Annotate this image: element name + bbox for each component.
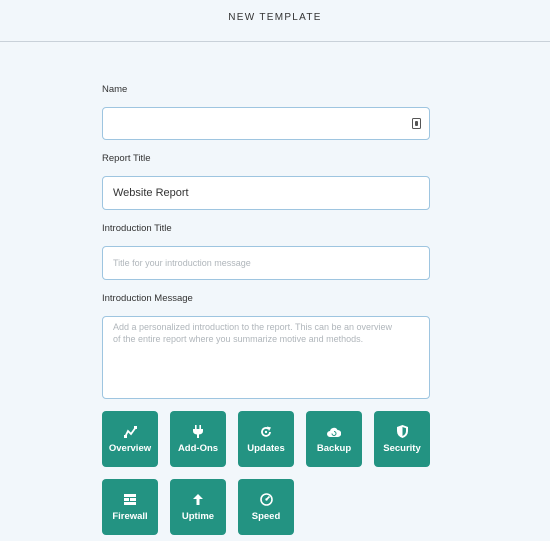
plug-icon <box>191 425 205 439</box>
tile-label: Uptime <box>181 510 215 522</box>
intro-title-field[interactable]: Title for your introduction message <box>102 246 430 280</box>
page-title: NEW TEMPLATE <box>228 11 322 23</box>
tile-overview[interactable]: Overview <box>102 411 158 467</box>
tile-uptime[interactable]: Uptime <box>170 479 226 535</box>
name-label: Name <box>102 84 128 95</box>
intro-title-placeholder: Title for your introduction message <box>113 258 251 268</box>
intro-message-placeholder-line-2: of the entire report where you summarize… <box>113 334 364 344</box>
tile-label: Updates <box>247 442 285 454</box>
tile-firewall[interactable]: Firewall <box>102 479 158 535</box>
arrow-up-icon <box>191 493 205 507</box>
report-title-field[interactable]: Website Report <box>102 176 430 210</box>
tile-label: Backup <box>316 442 352 454</box>
intro-title-label: Introduction Title <box>102 223 172 234</box>
tile-label: Speed <box>251 510 281 522</box>
tile-label: Add-Ons <box>177 442 219 454</box>
shield-icon <box>395 425 409 439</box>
intro-message-label: Introduction Message <box>102 293 193 304</box>
tile-label: Firewall <box>112 510 148 522</box>
tile-label: Overview <box>108 442 152 454</box>
tile-label: Security <box>383 442 421 454</box>
report-title-label: Report Title <box>102 153 151 164</box>
cloud-icon <box>327 425 341 439</box>
report-title-value: Website Report <box>113 187 189 199</box>
chart-icon <box>123 425 137 439</box>
tile-security[interactable]: Security <box>374 411 430 467</box>
tile-speed[interactable]: Speed <box>238 479 294 535</box>
firewall-icon <box>123 493 137 507</box>
tile-add-ons[interactable]: Add-Ons <box>170 411 226 467</box>
intro-message-textarea[interactable]: Add a personalized introduction to the r… <box>102 316 430 399</box>
speedometer-icon <box>259 493 273 507</box>
header-bar: NEW TEMPLATE <box>0 0 550 42</box>
refresh-icon <box>259 425 273 439</box>
tile-updates[interactable]: Updates <box>238 411 294 467</box>
name-field[interactable] <box>102 107 430 140</box>
tile-backup[interactable]: Backup <box>306 411 362 467</box>
intro-message-placeholder-line-1: Add a personalized introduction to the r… <box>113 322 392 332</box>
contact-card-icon[interactable] <box>412 118 421 129</box>
